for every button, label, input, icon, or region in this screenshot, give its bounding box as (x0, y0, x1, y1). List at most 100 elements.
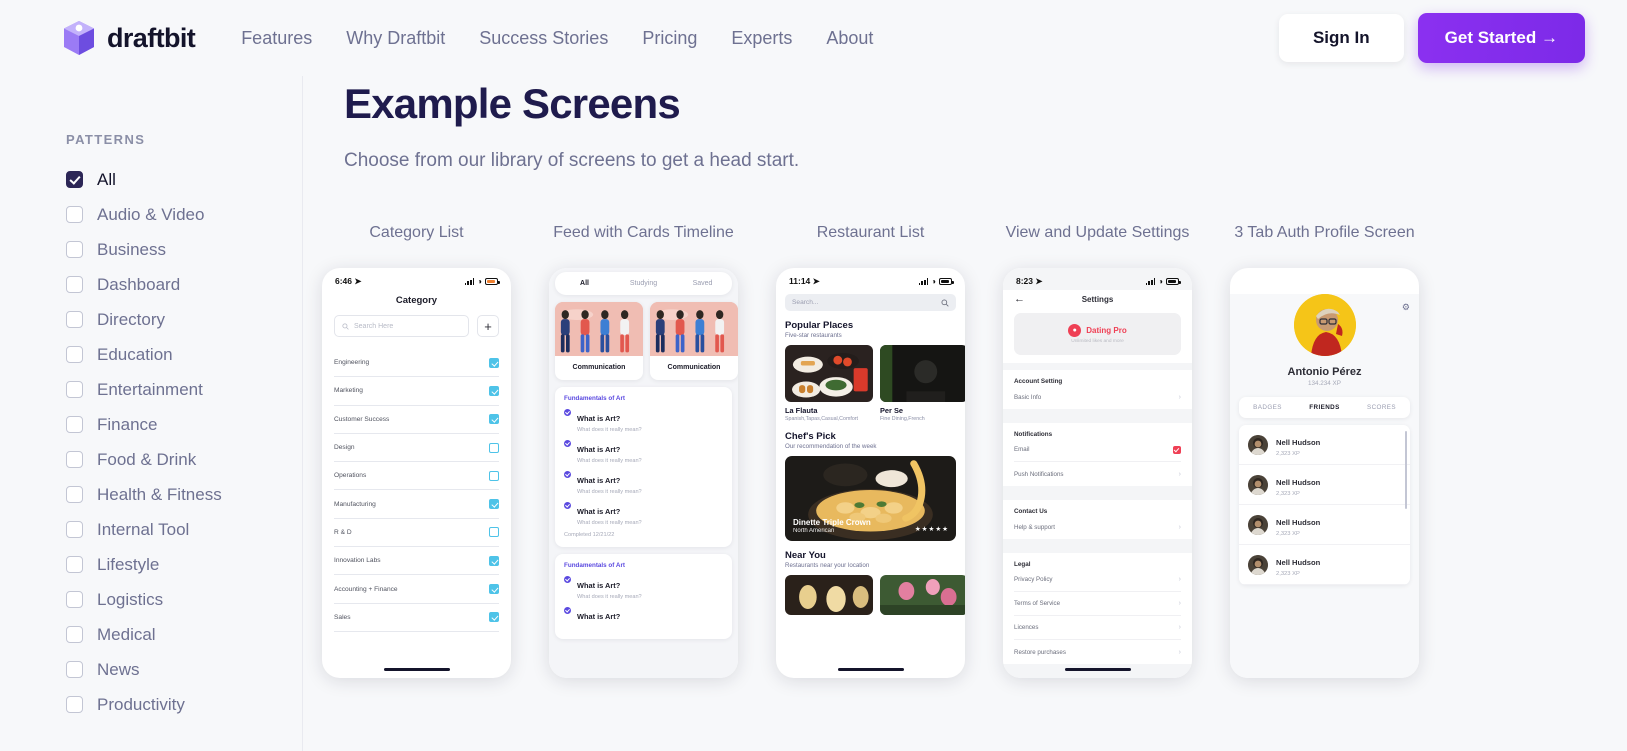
feed-tab[interactable]: Studying (614, 272, 673, 295)
friend-row[interactable]: Nell Hudson 2,323 XP (1239, 465, 1410, 505)
filter-item-internal-tool[interactable]: Internal Tool (66, 512, 302, 547)
settings-item[interactable]: Basic Info › (1014, 385, 1181, 409)
settings-item[interactable]: Push Notifications › (1014, 462, 1181, 486)
phone-preview[interactable]: 11:14 ➤ ◑ Search... Popular Places Five-star… (776, 268, 965, 678)
near-photo[interactable] (785, 575, 873, 615)
feed-tab[interactable]: Saved (673, 272, 732, 295)
filter-item-health-fitness[interactable]: Health & Fitness (66, 477, 302, 512)
profile-tab[interactable]: FRIENDS (1296, 397, 1353, 418)
filter-checkbox[interactable] (66, 381, 83, 398)
category-checkbox[interactable] (489, 555, 499, 566)
settings-item[interactable]: Licences › (1014, 616, 1181, 640)
filter-item-education[interactable]: Education (66, 337, 302, 372)
nav-item-features[interactable]: Features (241, 28, 312, 49)
settings-item[interactable]: Restore purchases › (1014, 640, 1181, 664)
feed-card[interactable]: Communication (555, 302, 643, 380)
filter-checkbox[interactable] (66, 486, 83, 503)
timeline-item[interactable]: What is Art? What does it really mean? (564, 575, 723, 600)
filter-checkbox[interactable] (66, 661, 83, 678)
category-checkbox[interactable] (489, 357, 499, 368)
category-checkbox[interactable] (489, 414, 499, 425)
friend-row[interactable]: Nell Hudson 2,323 XP (1239, 505, 1410, 545)
filter-checkbox[interactable] (66, 276, 83, 293)
phone-preview[interactable]: ⚙ Antonio Pérez 134.234 XP BADGES FRIENDS SCO… (1230, 268, 1419, 678)
category-checkbox[interactable] (489, 470, 499, 481)
nav-item-experts[interactable]: Experts (731, 28, 792, 49)
near-photo[interactable] (880, 575, 965, 615)
settings-item[interactable]: Privacy Policy › (1014, 568, 1181, 592)
checkbox-checked-icon[interactable] (1173, 445, 1181, 454)
screen-card[interactable]: Feed with Cards Timeline All Studying Saved… (530, 224, 757, 678)
sign-in-button[interactable]: Sign In (1278, 14, 1404, 62)
phone-preview[interactable]: 8:23 ➤ ◑ ← Settings ● Dating Pro Unlimited lik… (1003, 268, 1192, 678)
category-checkbox[interactable] (489, 385, 499, 396)
filter-item-finance[interactable]: Finance (66, 407, 302, 442)
filter-item-business[interactable]: Business (66, 232, 302, 267)
filter-item-productivity[interactable]: Productivity (66, 687, 302, 722)
filter-item-entertainment[interactable]: Entertainment (66, 372, 302, 407)
phone-preview[interactable]: 6:46 ➤ ◑ Category Search Here + Engineering Ma… (322, 268, 511, 678)
category-row[interactable]: Operations (334, 462, 499, 491)
nav-item-pricing[interactable]: Pricing (642, 28, 697, 49)
filter-checkbox[interactable] (66, 311, 83, 328)
screen-card[interactable]: 3 Tab Auth Profile Screen ⚙ Antonio Pérez 1… (1211, 224, 1438, 678)
filter-checkbox[interactable] (66, 626, 83, 643)
feed-tab[interactable]: All (555, 272, 614, 295)
category-checkbox[interactable] (489, 499, 499, 510)
category-row[interactable]: Engineering (334, 349, 499, 378)
filter-checkbox[interactable] (66, 171, 83, 188)
filter-checkbox[interactable] (66, 521, 83, 538)
profile-tab[interactable]: SCORES (1353, 397, 1410, 418)
filter-checkbox[interactable] (66, 591, 83, 608)
category-row[interactable]: Innovation Labs (334, 547, 499, 576)
filter-item-all[interactable]: All (66, 162, 302, 197)
category-checkbox[interactable] (489, 442, 499, 453)
friend-row[interactable]: Nell Hudson 2,323 XP (1239, 545, 1410, 585)
filter-item-directory[interactable]: Directory (66, 302, 302, 337)
filter-item-medical[interactable]: Medical (66, 617, 302, 652)
settings-item[interactable]: Email (1014, 438, 1181, 462)
filter-checkbox[interactable] (66, 556, 83, 573)
promo-banner[interactable]: ● Dating Pro Unlimited likes and more (1014, 313, 1181, 355)
screen-card[interactable]: Restaurant List 11:14 ➤ ◑ Search... Popular … (757, 224, 984, 678)
gear-icon[interactable]: ⚙ (1402, 302, 1410, 313)
filter-checkbox[interactable] (66, 451, 83, 468)
category-row[interactable]: Sales (334, 604, 499, 632)
settings-item[interactable]: Terms of Service › (1014, 592, 1181, 616)
chef-pick-card[interactable]: Dinette Triple Crown North American ★★★★★ (785, 456, 956, 541)
timeline-item[interactable]: What is Art? (564, 606, 723, 624)
scrollbar[interactable] (1405, 431, 1407, 509)
filter-item-food-drink[interactable]: Food & Drink (66, 442, 302, 477)
filter-item-audio-video[interactable]: Audio & Video (66, 197, 302, 232)
category-row[interactable]: Design (334, 434, 499, 463)
filter-checkbox[interactable] (66, 346, 83, 363)
search-input[interactable]: Search... (785, 294, 956, 311)
settings-item[interactable]: Help & support › (1014, 515, 1181, 539)
filter-item-news[interactable]: News (66, 652, 302, 687)
screen-card[interactable]: Category List 6:46 ➤ ◑ Category Search Here +… (303, 224, 530, 678)
filter-checkbox[interactable] (66, 416, 83, 433)
category-checkbox[interactable] (489, 584, 499, 595)
logo[interactable]: draftbit (62, 20, 196, 56)
timeline-item[interactable]: What is Art? What does it really mean? (564, 439, 723, 464)
timeline-item[interactable]: What is Art? What does it really mean? (564, 501, 723, 526)
filter-item-logistics[interactable]: Logistics (66, 582, 302, 617)
filter-checkbox[interactable] (66, 206, 83, 223)
timeline-item[interactable]: What is Art? What does it really mean? (564, 408, 723, 433)
nav-item-success-stories[interactable]: Success Stories (479, 28, 608, 49)
feed-card[interactable]: Communication (650, 302, 738, 380)
category-row[interactable]: Accounting + Finance (334, 575, 499, 604)
category-row[interactable]: Customer Success (334, 406, 499, 434)
filter-checkbox[interactable] (66, 241, 83, 258)
filter-item-lifestyle[interactable]: Lifestyle (66, 547, 302, 582)
friend-row[interactable]: Nell Hudson 2,323 XP (1239, 425, 1410, 465)
timeline-item[interactable]: What is Art? What does it really mean? (564, 470, 723, 495)
filter-checkbox[interactable] (66, 696, 83, 713)
nav-item-about[interactable]: About (826, 28, 873, 49)
add-button[interactable]: + (477, 315, 499, 337)
category-row[interactable]: R & D (334, 519, 499, 548)
phone-preview[interactable]: All Studying Saved Communication Communicati… (549, 268, 738, 678)
category-row[interactable]: Marketing (334, 377, 499, 406)
category-checkbox[interactable] (489, 612, 499, 623)
screen-card[interactable]: View and Update Settings 8:23 ➤ ◑ ← Settings… (984, 224, 1211, 678)
